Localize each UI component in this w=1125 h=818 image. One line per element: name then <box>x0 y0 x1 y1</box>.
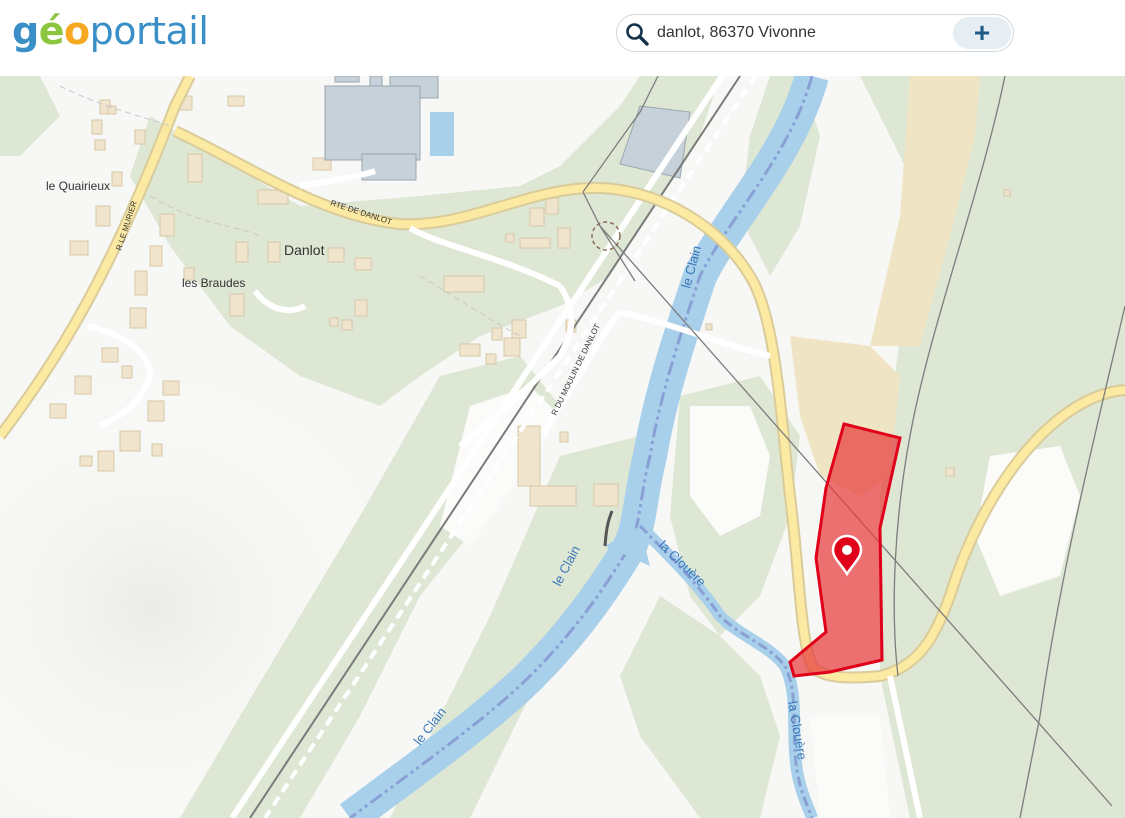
logo-o: o <box>63 9 90 53</box>
search-bar: + <box>616 14 1014 52</box>
place-label-quairieux: le Quairieux <box>46 179 110 193</box>
logo-e: é <box>38 9 65 53</box>
logo-rest: portail <box>89 9 209 53</box>
plus-icon[interactable]: + <box>953 17 1011 49</box>
search-icon[interactable] <box>625 22 649 46</box>
map-view[interactable]: Danlot le Quairieux les Braudes RTE DE D… <box>0 76 1125 818</box>
place-label-braudes: les Braudes <box>182 276 245 290</box>
pond <box>430 112 454 156</box>
place-label-danlot: Danlot <box>284 242 325 258</box>
search-input[interactable] <box>657 21 947 45</box>
header: géoportail + <box>0 0 1125 76</box>
map-canvas[interactable]: Danlot le Quairieux les Braudes RTE DE D… <box>0 76 1125 818</box>
geoportail-logo[interactable]: géoportail <box>12 6 209 56</box>
logo-g: g <box>12 9 39 53</box>
